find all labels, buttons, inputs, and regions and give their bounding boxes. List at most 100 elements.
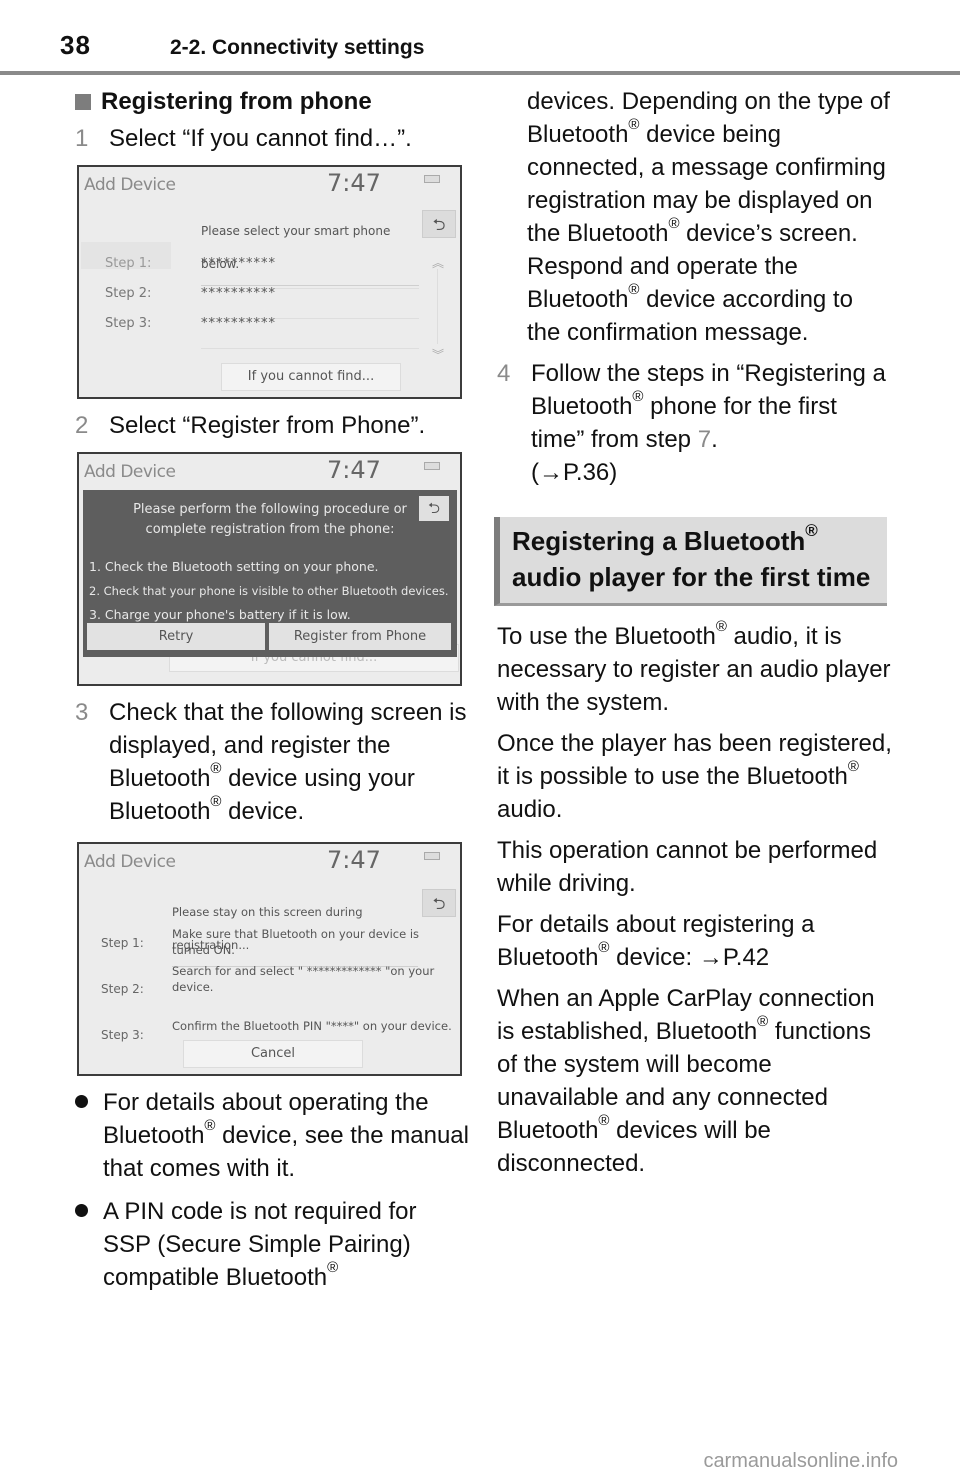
step-text: Select “If you cannot find…”.: [109, 125, 412, 152]
registered-mark: ®: [327, 1259, 339, 1276]
registered-mark: ®: [210, 760, 222, 777]
screenshot-register-procedure: Add Device 7:47 If you cannot find... Pl…: [77, 452, 462, 686]
phone-list-item[interactable]: **********: [201, 307, 419, 349]
retry-button[interactable]: Retry: [87, 623, 265, 650]
bullet-dot-icon: [75, 1195, 103, 1294]
text-segment: .: [711, 426, 718, 453]
step-label: Step 2:: [101, 982, 144, 996]
step-instruction: Confirm the Bluetooth PIN "****" on your…: [172, 1019, 452, 1033]
clock: 7:47: [327, 169, 381, 197]
paragraph: Once the player has been registered, it …: [497, 727, 892, 826]
back-button[interactable]: ⮌: [422, 889, 456, 917]
registered-mark: ®: [715, 618, 727, 635]
screen-title: Add Device: [84, 462, 176, 482]
subheading: Registering from phone: [75, 85, 470, 118]
step-3-continuation: devices. Depending on the type of Blueto…: [497, 85, 892, 349]
bullet-item: For details about operating the Bluetoot…: [75, 1086, 470, 1185]
scroll-down-icon[interactable]: ︾: [432, 339, 444, 372]
step-text: Check that the following screen is displ…: [109, 696, 470, 828]
text-segment: audio player for the first time: [512, 562, 871, 592]
bullet-dot-icon: [75, 1086, 103, 1185]
page-reference-link[interactable]: device: →P.42: [609, 944, 769, 971]
step-instruction: Make sure that Bluetooth on your device …: [172, 927, 420, 957]
left-column: Registering from phone 1 Select “If you …: [75, 85, 470, 1294]
text-segment: device.: [221, 798, 305, 825]
registered-mark: ®: [598, 939, 610, 956]
header-divider: [0, 71, 960, 75]
step-2: 2 Select “Register from Phone”.: [75, 409, 470, 442]
paragraph: When an Apple CarPlay connection is esta…: [497, 982, 892, 1180]
clock: 7:47: [327, 846, 381, 874]
paragraph: For details about registering a Bluetoot…: [497, 908, 892, 974]
step-3: 3 Check that the following screen is dis…: [75, 696, 470, 828]
step-number: 1: [75, 125, 89, 152]
dialog-message-line: Please perform the following procedure o…: [133, 502, 407, 517]
step-number: 4: [497, 360, 511, 387]
step-label: Step 1:: [105, 256, 152, 271]
dialog-message: Please perform the following procedure o…: [83, 500, 457, 540]
back-arrow-icon: ⮌: [432, 214, 446, 234]
back-button[interactable]: ⮌: [419, 496, 449, 521]
registered-mark: ®: [204, 1117, 216, 1134]
scrollbar[interactable]: [437, 269, 438, 344]
step-label: Step 3:: [105, 316, 152, 331]
step-label: Step 1:: [101, 936, 144, 950]
registered-mark: ®: [632, 388, 644, 405]
step-text: Follow the steps in “Registering a Bluet…: [531, 357, 892, 489]
subheading-text: Registering from phone: [101, 88, 372, 115]
body-text: To use the Bluetooth® audio, it is neces…: [497, 618, 892, 1180]
registered-mark: ®: [210, 793, 222, 810]
dcm-icon: [424, 462, 440, 470]
back-arrow-icon: ⮌: [432, 893, 446, 913]
text-segment: A PIN code is not required for SSP (Secu…: [103, 1198, 417, 1291]
text-segment: Registering a Bluetooth: [512, 526, 806, 556]
screen-title: Add Device: [84, 175, 176, 195]
registered-mark: ®: [805, 521, 818, 541]
registered-mark: ®: [628, 281, 640, 298]
step-reference: 7: [697, 426, 712, 453]
screenshot-select-phone: Add Device 7:47 ⮌ Please select your sma…: [77, 165, 462, 399]
screen-title: Add Device: [84, 852, 176, 872]
page-number: 38: [60, 30, 91, 60]
topic-heading: Registering a Bluetooth® audio player fo…: [494, 517, 887, 606]
step-text: Select “Register from Phone”.: [109, 412, 426, 439]
bullet-item: A PIN code is not required for SSP (Secu…: [75, 1195, 470, 1294]
section-title: 2-2. Connectivity settings: [170, 36, 425, 59]
dialog-message-line: complete registration from the phone:: [145, 522, 395, 537]
step-label: Step 2:: [105, 286, 152, 301]
dcm-icon: [424, 175, 440, 183]
procedure-list: 1. Check the Bluetooth setting on your p…: [89, 555, 448, 627]
clock: 7:47: [327, 456, 381, 484]
procedure-item: 1. Check the Bluetooth setting on your p…: [89, 559, 379, 574]
registered-mark: ®: [668, 215, 680, 232]
step-number: 3: [75, 699, 89, 726]
back-arrow-icon: ⮌: [427, 499, 440, 517]
cannot-find-button[interactable]: If you cannot find...: [221, 363, 401, 391]
step-instruction: Search for and select " ************* "o…: [172, 964, 435, 994]
page-reference-link[interactable]: (→P.36): [531, 459, 617, 486]
bullet-text: A PIN code is not required for SSP (Secu…: [103, 1195, 470, 1294]
square-bullet-icon: [75, 93, 91, 110]
screenshot-stay-on-screen: Add Device 7:47 ⮌ Please stay on this sc…: [77, 842, 462, 1076]
dcm-icon: [424, 852, 440, 860]
procedure-dialog: Please perform the following procedure o…: [83, 490, 457, 657]
watermark: carmanualsonline.info: [703, 1450, 898, 1472]
registered-mark: ®: [847, 758, 859, 775]
registered-mark: ®: [598, 1112, 610, 1129]
paragraph: To use the Bluetooth® audio, it is neces…: [497, 618, 892, 719]
right-column: devices. Depending on the type of Blueto…: [494, 85, 892, 1180]
registered-mark: ®: [757, 1013, 769, 1030]
text-segment: Once the player has been registered, it …: [497, 730, 892, 790]
paragraph: This operation cannot be performed while…: [497, 837, 878, 897]
step-1: 1 Select “If you cannot find…”.: [75, 122, 470, 155]
registered-mark: ®: [628, 116, 640, 133]
back-button[interactable]: ⮌: [422, 210, 456, 238]
step-label: Step 3:: [101, 1028, 144, 1042]
register-from-phone-button[interactable]: Register from Phone: [269, 623, 451, 650]
step-4: 4 Follow the steps in “Registering a Blu…: [497, 357, 892, 489]
text-segment: audio.: [497, 796, 563, 823]
text-segment: To use the Bluetooth: [497, 623, 716, 650]
cancel-button[interactable]: Cancel: [183, 1040, 363, 1068]
procedure-item: 2. Check that your phone is visible to o…: [89, 584, 449, 598]
bullet-text: For details about operating the Bluetoot…: [103, 1086, 470, 1185]
